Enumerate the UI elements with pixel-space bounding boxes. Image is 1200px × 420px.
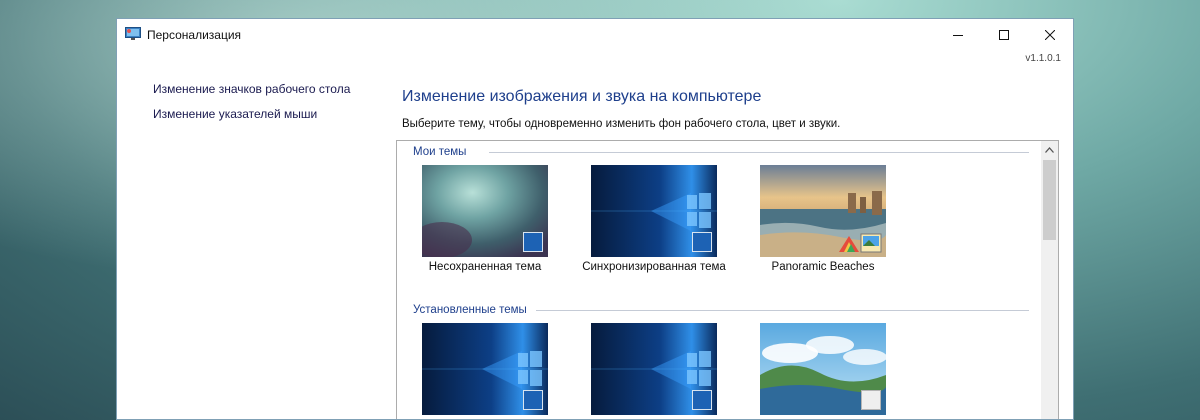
- minimize-icon: [953, 35, 963, 36]
- chevron-up-icon: [1045, 146, 1054, 153]
- theme-unsaved[interactable]: [422, 165, 548, 257]
- page-description: Выберите тему, чтобы одновременно измени…: [402, 118, 841, 130]
- theme-color-swatch: [692, 232, 712, 252]
- group-header-installed-themes: Установленные темы: [413, 304, 527, 316]
- page-title: Изменение изображения и звука на компьют…: [402, 88, 762, 105]
- personalization-app-icon: [125, 27, 141, 40]
- close-icon: [1045, 30, 1055, 40]
- close-button[interactable]: [1027, 19, 1073, 51]
- vertical-scrollbar[interactable]: [1041, 141, 1058, 419]
- sidebar-item-mouse-pointers[interactable]: Изменение указателей мыши: [153, 107, 317, 121]
- theme-synchronized[interactable]: [591, 165, 717, 257]
- minimize-button[interactable]: [935, 19, 981, 51]
- slideshow-icon: [839, 233, 882, 253]
- group-divider: [489, 152, 1029, 153]
- theme-list[interactable]: Мои темы Несохраненная тема Синхронизиро…: [396, 140, 1059, 419]
- maximize-button[interactable]: [981, 19, 1027, 51]
- theme-color-swatch: [523, 232, 543, 252]
- theme-installed-windows-2[interactable]: [591, 323, 717, 415]
- scroll-up-button[interactable]: [1041, 141, 1058, 158]
- version-label: v1.1.0.1: [1025, 53, 1061, 64]
- theme-color-swatch: [523, 390, 543, 410]
- theme-label: Panoramic Beaches: [771, 261, 875, 273]
- title-bar[interactable]: Персонализация: [117, 19, 1073, 51]
- group-divider: [536, 310, 1029, 311]
- group-header-my-themes: Мои темы: [413, 146, 467, 158]
- theme-installed-windows-1[interactable]: [422, 323, 548, 415]
- theme-color-swatch: [692, 390, 712, 410]
- window-title: Персонализация: [147, 28, 242, 42]
- theme-color-swatch: [861, 390, 881, 410]
- sidebar-item-desktop-icons[interactable]: Изменение значков рабочего стола: [153, 82, 350, 96]
- maximize-icon: [999, 30, 1009, 40]
- scrollbar-thumb[interactable]: [1043, 160, 1056, 240]
- theme-label: Несохраненная тема: [428, 261, 542, 273]
- theme-panoramic-beaches[interactable]: [760, 165, 886, 257]
- theme-installed-flowers[interactable]: [760, 323, 886, 415]
- theme-label: Синхронизированная тема: [582, 261, 726, 273]
- personalization-window: Персонализация v1.1.0.1 Изменение значко…: [116, 18, 1074, 420]
